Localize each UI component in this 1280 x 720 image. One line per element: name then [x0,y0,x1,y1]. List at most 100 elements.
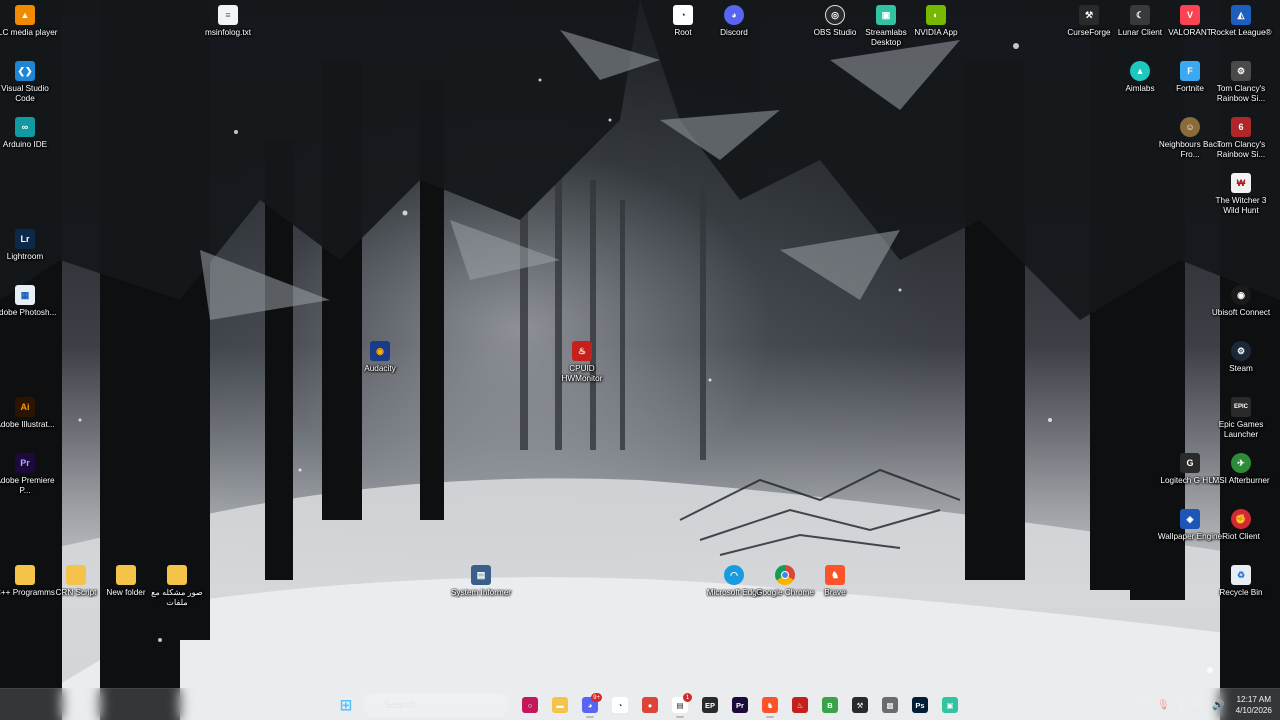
taskbar-app-system-informer[interactable]: ▤ 1 [667,692,693,718]
desktop-icon-label: Steam [1229,364,1253,373]
taskbar-app-hwmonitor[interactable]: ♨ [787,692,813,718]
taskbar-app-photoshop[interactable]: Ps [907,692,933,718]
desktop-icon-system-informer[interactable]: ▤ System Informer [448,565,514,617]
clock[interactable]: 12:17 AM 4/10/2026 [1236,694,1272,716]
folder-icon [116,565,136,585]
desktop-icon-hwmonitor[interactable]: ♨ CPUID HWMonitor [549,341,615,393]
desktop-icon-vscode[interactable]: ❮❯ Visual Studio Code [0,61,58,113]
desktop-icon-msinfolog[interactable]: ≡ msinfolog.txt [195,5,261,57]
hwmonitor-icon: ♨ [572,341,592,361]
desktop-icon-label: Ubisoft Connect [1211,308,1271,317]
audacity-icon: ◉ [370,341,390,361]
desktop-icon-witcher-3[interactable]: ₩ The Witcher 3 Wild Hunt [1208,173,1274,225]
root-icon: ◔ [612,697,628,713]
taskbar-app-discord[interactable]: ◕ 9+ [577,692,603,718]
desktop-icon-recycle-bin[interactable]: ♻ Recycle Bin [1208,565,1274,617]
hwmonitor-icon: ♨ [792,697,808,713]
network-icon[interactable]: ▭ [1194,700,1203,711]
neighbours-icon: ☺ [1180,117,1200,137]
edge-icon: ◠ [724,565,744,585]
ubisoft-connect-icon: ◉ [1231,285,1251,305]
desktop-icon-label: Tom Clancy's Rainbow Si... [1216,84,1266,103]
taskbar-app-file-explorer[interactable]: ▬ [547,692,573,718]
desktop-icon-steam[interactable]: ⚙ Steam [1208,341,1274,393]
desktop-icon-riot-client[interactable]: ✊ Riot Client [1208,509,1274,561]
desktop-icon-msi-afterburner[interactable]: ✈ MSI Afterburner [1208,453,1274,505]
rocket-league-icon: ◭ [1231,5,1251,25]
fortnite-icon: F [1180,61,1200,81]
epic-games-icon: EP [702,697,718,713]
desktop-icon-brave[interactable]: ♞ Brave [802,565,868,617]
notification-badge: 1 [683,693,692,702]
desktop-icon-epic-games[interactable]: EPIC Epic Games Launcher [1208,397,1274,449]
taskbar-app-epic-games[interactable]: EP [697,692,723,718]
desktop-icon-label: Arduino IDE [2,140,48,149]
epic-games-icon: EPIC [1231,397,1251,417]
system-informer-icon: ▤ [471,565,491,585]
search-input[interactable] [384,699,495,711]
desktop-icon-label: Adobe Illustrat... [0,420,55,429]
desktop-icon-illustrator[interactable]: Ai Adobe Illustrat... [0,397,58,449]
desktop-icon-discord[interactable]: ◕ Discord [701,5,767,57]
desktop-icon-rainbow-six[interactable]: ⚙ Tom Clancy's Rainbow Si... [1208,61,1274,113]
desktop-icon-label: Epic Games Launcher [1218,420,1264,439]
taskbar-app-cortana-ring[interactable]: ○ [517,692,543,718]
valorant-icon: V [1180,5,1200,25]
desktop-icon-label: Adobe Photosh... [0,308,57,317]
rainbow-six-icon: 6 [1231,117,1251,137]
desktop-icon-label: Visual Studio Code [1,84,49,103]
vscode-icon: ❮❯ [15,61,35,81]
language-indicator[interactable]: ع [1179,700,1185,711]
folder-icon [15,565,35,585]
desktop-icon-arduino[interactable]: ∞ Arduino IDE [0,117,58,169]
photoshop-icon: Ps [912,697,928,713]
taskbar-center: ⊞ ⌕ ○ ▬ ◕9+ ◔ ● ▤1 EP Pr ♞ ♨ B ⚒ ▩ Ps ▣ [333,692,963,718]
desktop-icon-arabic-folder[interactable]: صور مشكله مع ملفات [144,565,210,617]
desktop-icon-photoshop[interactable]: ▦ Adobe Photosh... [0,285,58,337]
taskbar-app-root[interactable]: ◔ [607,692,633,718]
illustrator-icon: Ai [15,397,35,417]
volume-icon[interactable]: 🔊 [1212,700,1224,711]
minecraft-icon: ▩ [882,697,898,713]
taskbar-search[interactable]: ⌕ [363,693,509,717]
steam-icon: ⚙ [1231,341,1251,361]
desktop-icon-label: The Witcher 3 Wild Hunt [1215,196,1267,215]
desktop-icon-vlc[interactable]: ▲ VLC media player [0,5,58,57]
microphone-icon[interactable]: 🎙 [1157,700,1170,711]
msi-afterburner-icon: ✈ [1231,453,1251,473]
desktop-icon-nvidia[interactable]: ◐ NVIDIA App [903,5,969,57]
b-app-icon: B [822,697,838,713]
text-file-icon: ≡ [218,5,238,25]
desktop-icon-label: Discord [720,28,748,37]
clock-time: 12:17 AM [1236,695,1272,704]
desktop-icon-rainbow-six-siege[interactable]: 6 Tom Clancy's Rainbow Si... [1208,117,1274,169]
taskbar-app-brave[interactable]: ♞ [757,692,783,718]
desktop-icon-ubisoft-connect[interactable]: ◉ Ubisoft Connect [1208,285,1274,337]
desktop-icon-label: CPUID HWMonitor [561,364,603,383]
system-tray: ^ 🎙 ع ▭ 🔊 12:17 AM 4/10/2026 [1143,689,1272,720]
taskbar-app-chrome[interactable]: ● [637,692,663,718]
taskbar-app-minecraft[interactable]: ▩ [877,692,903,718]
brave-icon: ♞ [825,565,845,585]
arduino-icon: ∞ [15,117,35,137]
riot-client-icon: ✊ [1231,509,1251,529]
taskbar-app-premiere[interactable]: Pr [727,692,753,718]
start-button[interactable]: ⊞ [333,692,359,718]
rainbow-six-icon: ⚙ [1231,61,1251,81]
desktop-icon-audacity[interactable]: ◉ Audacity [347,341,413,393]
chevron-up-icon[interactable]: ^ [1143,700,1148,711]
desktop-icon-label: Tom Clancy's Rainbow Si... [1216,140,1266,159]
notification-badge: 9+ [591,693,602,702]
desktop-icon-premiere[interactable]: Pr Adobe Premiere P... [0,453,58,505]
desktop-icon-rocket-league[interactable]: ◭ Rocket League® [1208,5,1274,57]
taskbar-app-b-app[interactable]: B [817,692,843,718]
streamlabs-icon: ▣ [876,5,896,25]
desktop-icon-lightroom[interactable]: Lr Lightroom [0,229,58,281]
desktop-icon-label: Lightroom [6,252,44,261]
obs-icon: ◎ [825,5,845,25]
taskbar-app-streamlabs[interactable]: ▣ [937,692,963,718]
windows-start-icon: ⊞ [339,697,353,714]
root-icon: ◔ [673,5,693,25]
taskbar-app-curseforge[interactable]: ⚒ [847,692,873,718]
folder-icon [167,565,187,585]
